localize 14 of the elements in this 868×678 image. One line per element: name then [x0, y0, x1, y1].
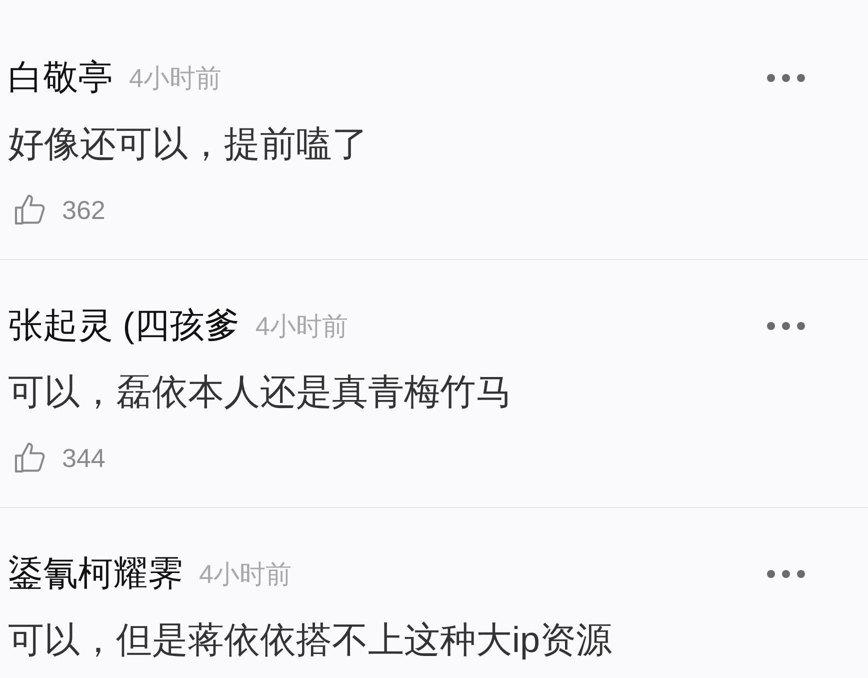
- more-icon[interactable]: [766, 321, 806, 331]
- like-count: 362: [62, 194, 106, 226]
- comment-text: 好像还可以，提前嗑了: [8, 122, 368, 166]
- comment-text: 可以，磊依本人还是真青梅竹马: [8, 370, 512, 414]
- timestamp: 4小时前: [255, 310, 348, 342]
- author-name[interactable]: 鋈氰柯耀霁: [8, 548, 183, 600]
- timestamp: 4小时前: [129, 62, 222, 94]
- more-icon[interactable]: [766, 73, 806, 83]
- author-name[interactable]: 白敬亭: [8, 52, 113, 104]
- like-count: 344: [62, 442, 106, 474]
- timestamp: 4小时前: [199, 558, 292, 590]
- comment-text: 可以，但是蒋依依搭不上这种大ip资源: [8, 618, 612, 662]
- more-icon[interactable]: [766, 569, 806, 579]
- author-name[interactable]: 张起灵 (四孩爹: [8, 300, 240, 352]
